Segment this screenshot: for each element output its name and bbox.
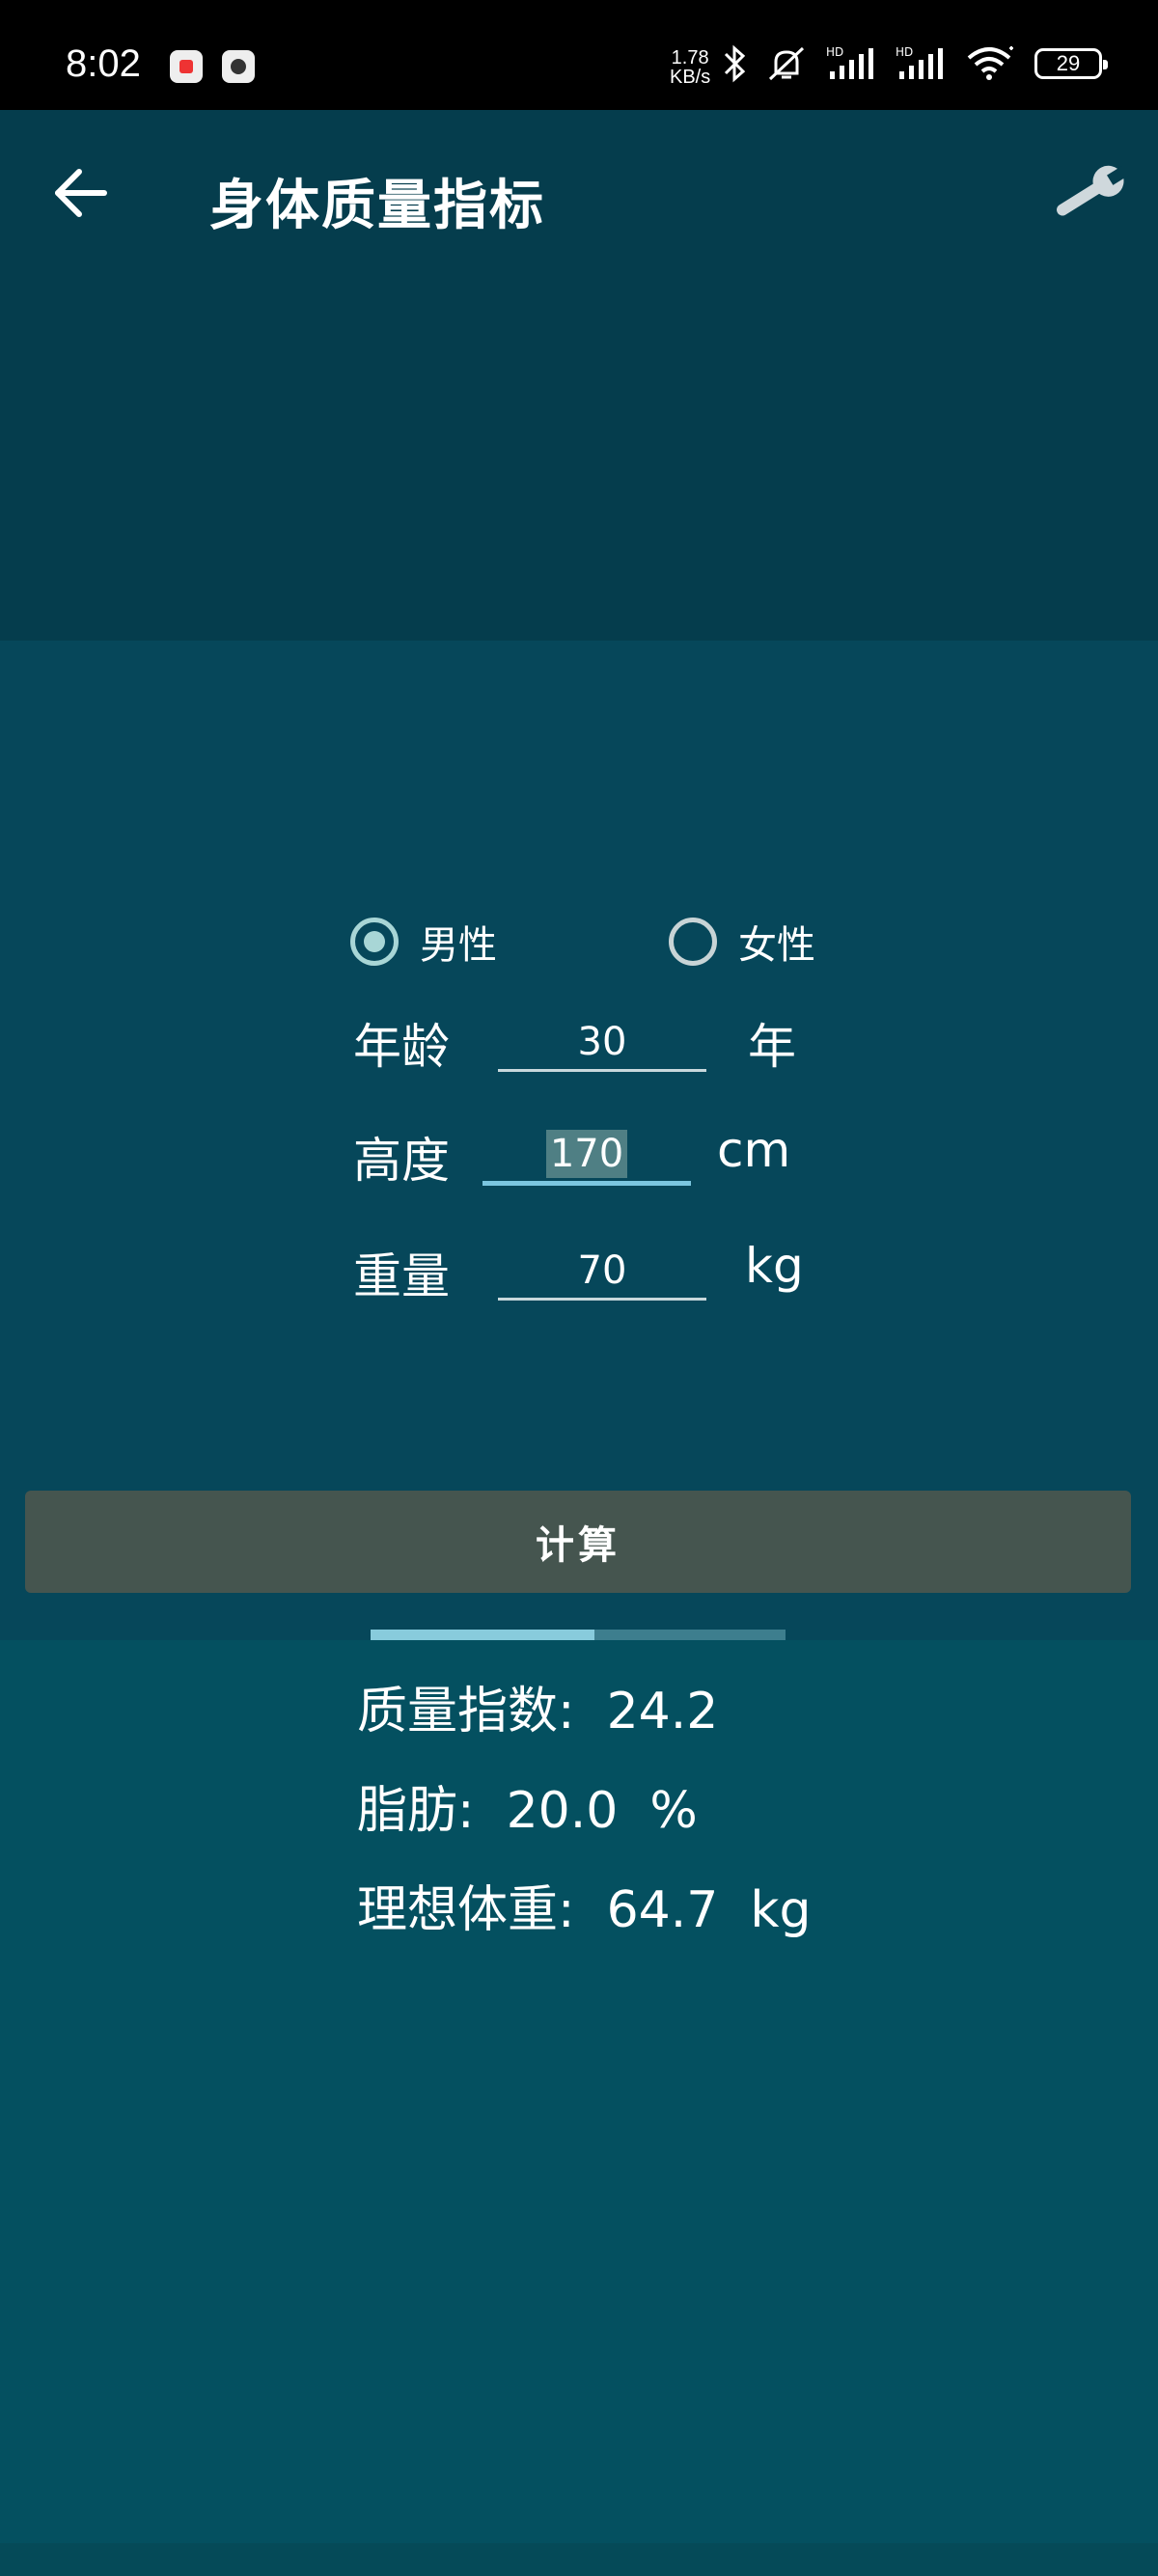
wrench-icon xyxy=(1057,165,1130,216)
radio-unselected-icon xyxy=(669,918,717,966)
status-bar: 8:02 1.78 KB/s HD HD 29 xyxy=(0,0,1158,110)
gender-male-radio[interactable]: 男性 xyxy=(350,914,497,970)
notification-app-icon xyxy=(170,50,203,83)
page-title: 身体质量指标 xyxy=(209,175,545,237)
progress-bar xyxy=(371,1630,786,1640)
calculate-button-label: 计算 xyxy=(536,1523,620,1568)
notification-app-icon xyxy=(222,50,255,83)
progress-bar-fill xyxy=(371,1630,595,1640)
back-button[interactable] xyxy=(50,164,118,222)
network-speed-value: 1.78 xyxy=(671,47,709,69)
settings-button[interactable] xyxy=(1046,158,1133,228)
radio-selected-icon xyxy=(350,918,399,966)
weight-input[interactable]: 70 xyxy=(498,1244,706,1301)
hd-signal-icon: HD xyxy=(826,45,873,79)
fat-result: 脂肪: 20.0 % xyxy=(357,1782,698,1840)
network-speed: 1.78 KB/s xyxy=(670,48,710,87)
height-value: 170 xyxy=(545,1130,628,1178)
weight-label: 重量 xyxy=(353,1248,450,1304)
wifi-icon xyxy=(967,46,1013,80)
battery-level: 29 xyxy=(1056,51,1081,75)
mute-icon xyxy=(768,46,805,81)
results-section: 质量指数: 24.2 脂肪: 20.0 % 理想体重: 64.7 kg xyxy=(357,1679,812,1977)
height-unit: cm xyxy=(717,1122,791,1178)
network-speed-unit: KB/s xyxy=(670,67,711,88)
calculate-button[interactable]: 计算 xyxy=(25,1491,1131,1593)
weight-value: 70 xyxy=(577,1248,627,1293)
bottom-strip xyxy=(0,2543,1158,2576)
height-label: 高度 xyxy=(353,1133,450,1189)
status-time: 8:02 xyxy=(66,42,141,85)
hd-signal-icon: HD xyxy=(896,45,943,79)
gender-female-radio[interactable]: 女性 xyxy=(669,914,815,970)
age-label: 年龄 xyxy=(353,1019,450,1075)
svg-text:HD: HD xyxy=(826,45,843,59)
height-input[interactable]: 170 xyxy=(482,1127,691,1186)
age-value: 30 xyxy=(577,1020,627,1064)
bluetooth-icon xyxy=(724,44,746,83)
weight-unit: kg xyxy=(745,1238,804,1294)
age-input[interactable]: 30 xyxy=(498,1015,706,1072)
arrow-left-icon xyxy=(55,169,107,217)
battery-icon: 29 xyxy=(1034,48,1108,79)
age-unit: 年 xyxy=(748,1019,796,1075)
ideal-weight-result: 理想体重: 64.7 kg xyxy=(357,1881,812,1939)
status-icons: HD HD 29 xyxy=(722,44,1108,83)
bmi-result: 质量指数: 24.2 xyxy=(357,1683,719,1740)
gender-female-label: 女性 xyxy=(738,923,815,968)
svg-text:HD: HD xyxy=(896,45,913,59)
gender-male-label: 男性 xyxy=(420,923,497,968)
app-bar xyxy=(0,110,1158,641)
